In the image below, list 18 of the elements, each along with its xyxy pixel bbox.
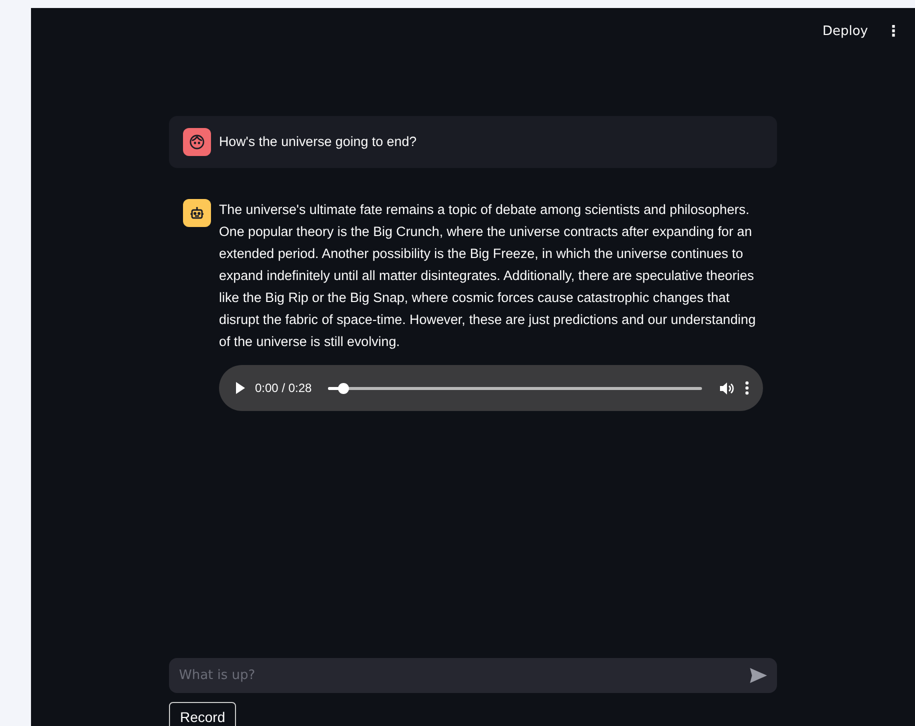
record-button[interactable]: Record	[169, 702, 236, 726]
face-icon	[189, 134, 205, 150]
play-button[interactable]	[235, 382, 245, 394]
robot-icon	[189, 205, 205, 221]
message-text: The universe's ultimate fate remains a topic of debate among scientists and philosophers. One popular theory is the Big Crunch, where the universe contracts after expanding for an extended period. Another possibility is the Big Freeze, in which the universe continues to expand indefinitely until all matter disintegrates. Additionally, there are speculative theories like the Big Rip or the Big Snap, where cosmic forces cause catastrophic changes that disrupt the fabric of space-time. However, these are just predictions and our understanding of the universe is still evolving.	[219, 201, 757, 351]
volume-icon	[720, 382, 735, 394]
menu-button[interactable]: ⋮	[886, 22, 901, 40]
send-icon[interactable]	[750, 668, 767, 683]
audio-time: 0:00 / 0:28	[255, 381, 312, 395]
deploy-button[interactable]: Deploy	[822, 24, 868, 38]
more-icon	[745, 381, 749, 395]
more-button[interactable]	[745, 381, 749, 395]
volume-button[interactable]	[720, 382, 735, 394]
audio-progress-thumb[interactable]	[338, 382, 349, 394]
play-icon	[235, 382, 245, 394]
message-text: How's the universe going to end?	[219, 133, 417, 151]
chat-input[interactable]: What is up?	[177, 667, 750, 684]
chat-bar[interactable]: What is up?	[169, 658, 777, 693]
